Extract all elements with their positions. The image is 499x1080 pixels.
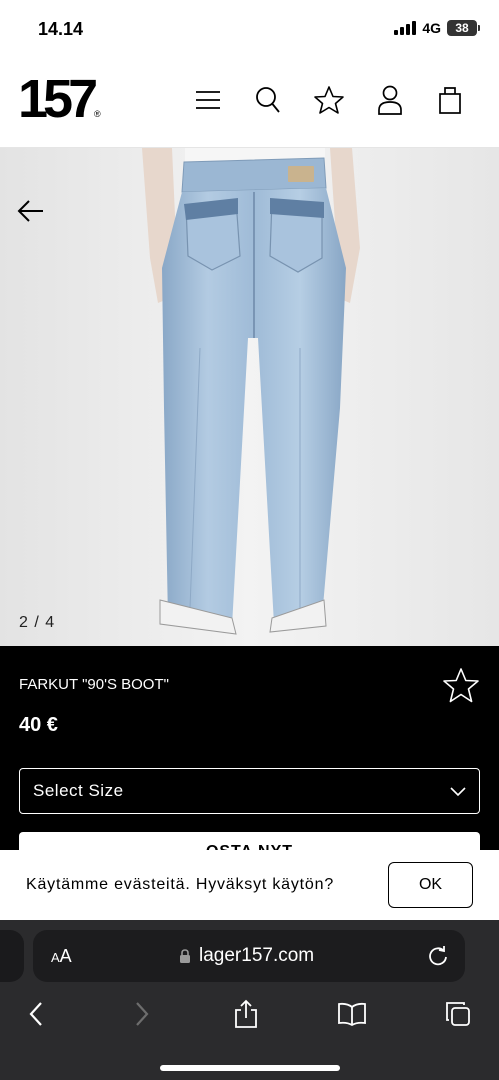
product-info: FARKUT "90'S BOOT" 40 € Select Size OSTA… <box>0 646 499 862</box>
previous-tab[interactable] <box>0 930 24 982</box>
site-header: 157 ® <box>0 60 499 148</box>
forward-nav-icon[interactable] <box>122 994 162 1034</box>
back-nav-icon[interactable] <box>16 994 56 1034</box>
back-arrow-icon[interactable] <box>16 196 46 226</box>
bookmarks-icon[interactable] <box>332 994 372 1034</box>
size-select-label: Select Size <box>33 781 124 800</box>
logo-registered-mark: ® <box>94 109 101 119</box>
browser-toolbar <box>0 994 499 1034</box>
signal-icon <box>394 21 417 35</box>
cookie-banner: Käytämme evästeitä. Hyväksyt käytön? OK <box>0 850 499 920</box>
reader-settings-button[interactable]: AA <box>51 946 72 967</box>
url-text: lager157.com <box>199 945 315 966</box>
browser-chrome: AA lager157.com <box>0 920 499 1080</box>
reader-big-a: A <box>59 946 72 966</box>
image-counter: 2 / 4 <box>19 614 56 631</box>
site-logo[interactable]: 157 <box>18 72 98 126</box>
home-indicator <box>160 1065 340 1071</box>
address-bar[interactable]: AA lager157.com <box>33 930 465 982</box>
product-image[interactable]: 2 / 4 <box>0 148 499 646</box>
share-icon[interactable] <box>226 994 266 1034</box>
network-label: 4G <box>422 20 441 36</box>
lock-icon <box>180 949 190 963</box>
cookie-text: Käytämme evästeitä. Hyväksyt käytön? <box>26 876 335 893</box>
cookie-ok-button[interactable]: OK <box>388 862 473 908</box>
size-select[interactable]: Select Size <box>19 768 480 814</box>
reload-icon[interactable] <box>427 945 449 967</box>
chevron-down-icon <box>450 787 466 797</box>
product-price: 40 € <box>19 714 58 736</box>
search-icon[interactable] <box>248 82 288 118</box>
user-icon[interactable] <box>370 82 410 118</box>
status-indicators: 4G 38 <box>394 20 480 36</box>
battery-icon: 38 <box>447 20 480 36</box>
menu-icon[interactable] <box>188 82 228 118</box>
jeans-photo <box>0 148 499 646</box>
status-bar: 14.14 4G 38 <box>0 0 499 60</box>
status-time: 14.14 <box>38 19 84 39</box>
tabs-icon[interactable] <box>438 994 478 1034</box>
reader-small-a: A <box>51 950 60 965</box>
shopping-bag-icon[interactable] <box>430 82 470 118</box>
favorites-star-icon[interactable] <box>309 82 349 118</box>
product-title: FARKUT "90'S BOOT" <box>19 676 169 693</box>
battery-level: 38 <box>455 21 469 35</box>
add-to-favorites-star-icon[interactable] <box>441 666 481 706</box>
